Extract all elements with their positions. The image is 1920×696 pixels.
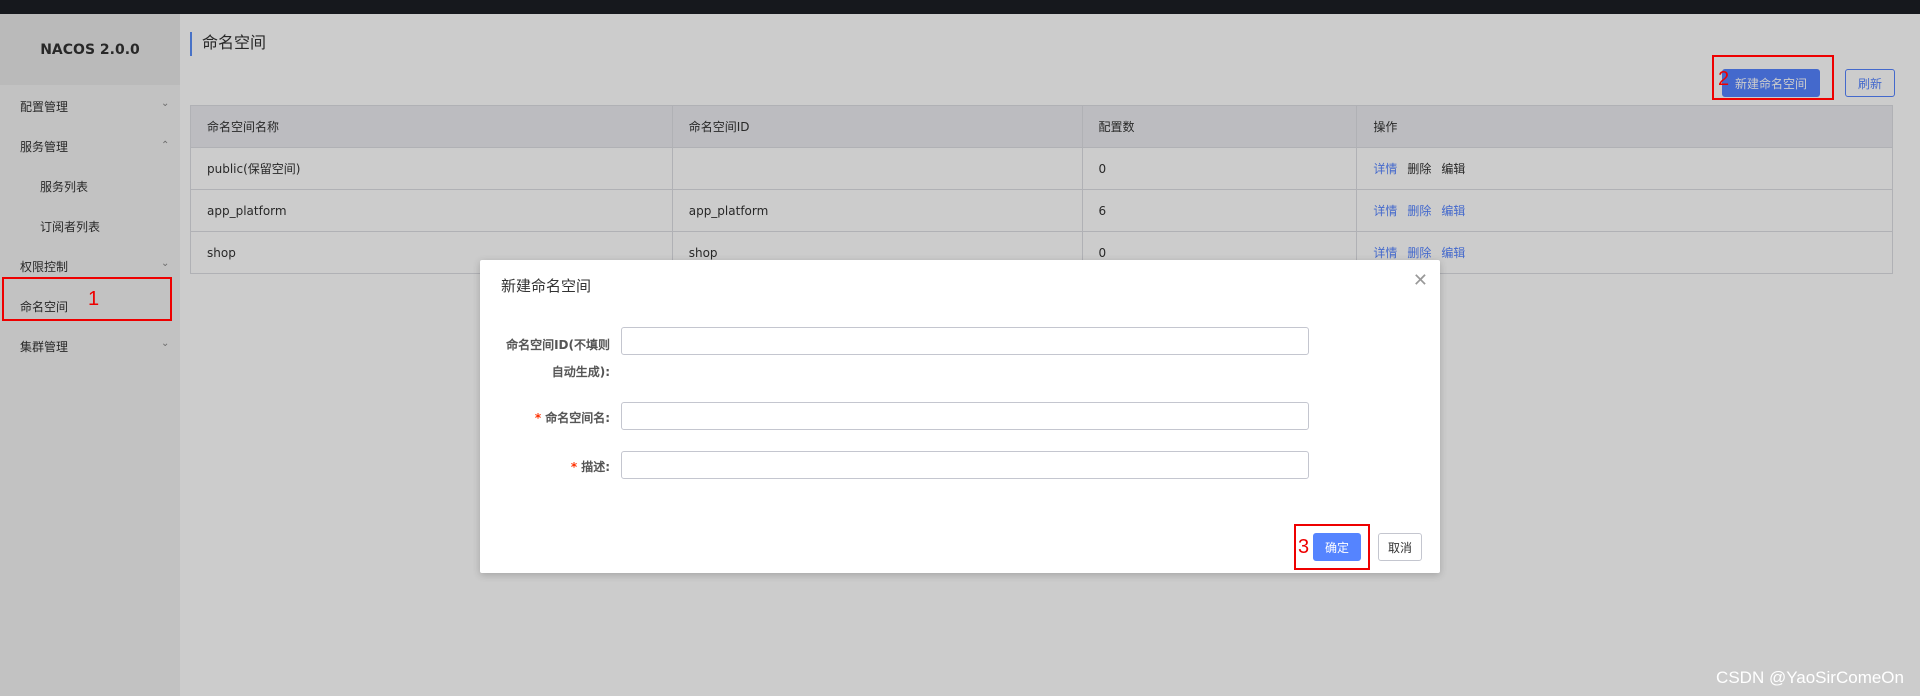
annotation-box-namespace: [2, 277, 172, 321]
cancel-button[interactable]: 取消: [1378, 533, 1422, 561]
namespace-id-label-line1: 命名空间ID(不填则: [506, 338, 610, 352]
description-label-text: 描述:: [581, 460, 610, 474]
namespace-name-label: * 命名空间名:: [498, 409, 610, 426]
description-label: * 描述:: [498, 458, 610, 475]
namespace-name-input[interactable]: [621, 402, 1309, 430]
new-namespace-dialog: 新建命名空间 ✕ 命名空间ID(不填则 自动生成): * 命名空间名: * 描述: …: [480, 260, 1440, 573]
namespace-name-label-text: 命名空间名:: [545, 411, 610, 425]
annotation-number-1: 1: [88, 288, 100, 310]
annotation-number-2: 2: [1718, 68, 1730, 90]
annotation-box-new-button: [1712, 55, 1834, 100]
namespace-id-input[interactable]: [621, 327, 1309, 355]
dialog-title: 新建命名空间: [501, 277, 592, 295]
required-mark: *: [534, 411, 542, 425]
watermark: CSDN @YaoSirComeOn: [1716, 668, 1904, 687]
namespace-id-label-line2: 自动生成):: [551, 365, 610, 379]
close-icon[interactable]: ✕: [1413, 270, 1428, 291]
description-input[interactable]: [621, 451, 1309, 479]
required-mark: *: [570, 460, 578, 474]
namespace-id-label: 命名空间ID(不填则 自动生成):: [498, 332, 610, 386]
annotation-number-3: 3: [1298, 536, 1310, 558]
